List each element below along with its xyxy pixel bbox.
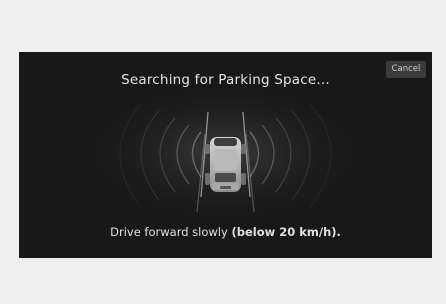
parking-assist-screen: Searching for Parking Space... Cancel Dr… xyxy=(19,52,432,258)
status-title: Searching for Parking Space... xyxy=(121,72,330,88)
drive-instruction: Drive forward slowly (below 20 km/h). xyxy=(19,225,432,239)
instruction-text: Drive forward slowly xyxy=(110,225,228,239)
cancel-button[interactable]: Cancel xyxy=(386,61,426,78)
speed-limit-note: (below 20 km/h). xyxy=(231,225,341,239)
car-icon xyxy=(205,137,246,192)
